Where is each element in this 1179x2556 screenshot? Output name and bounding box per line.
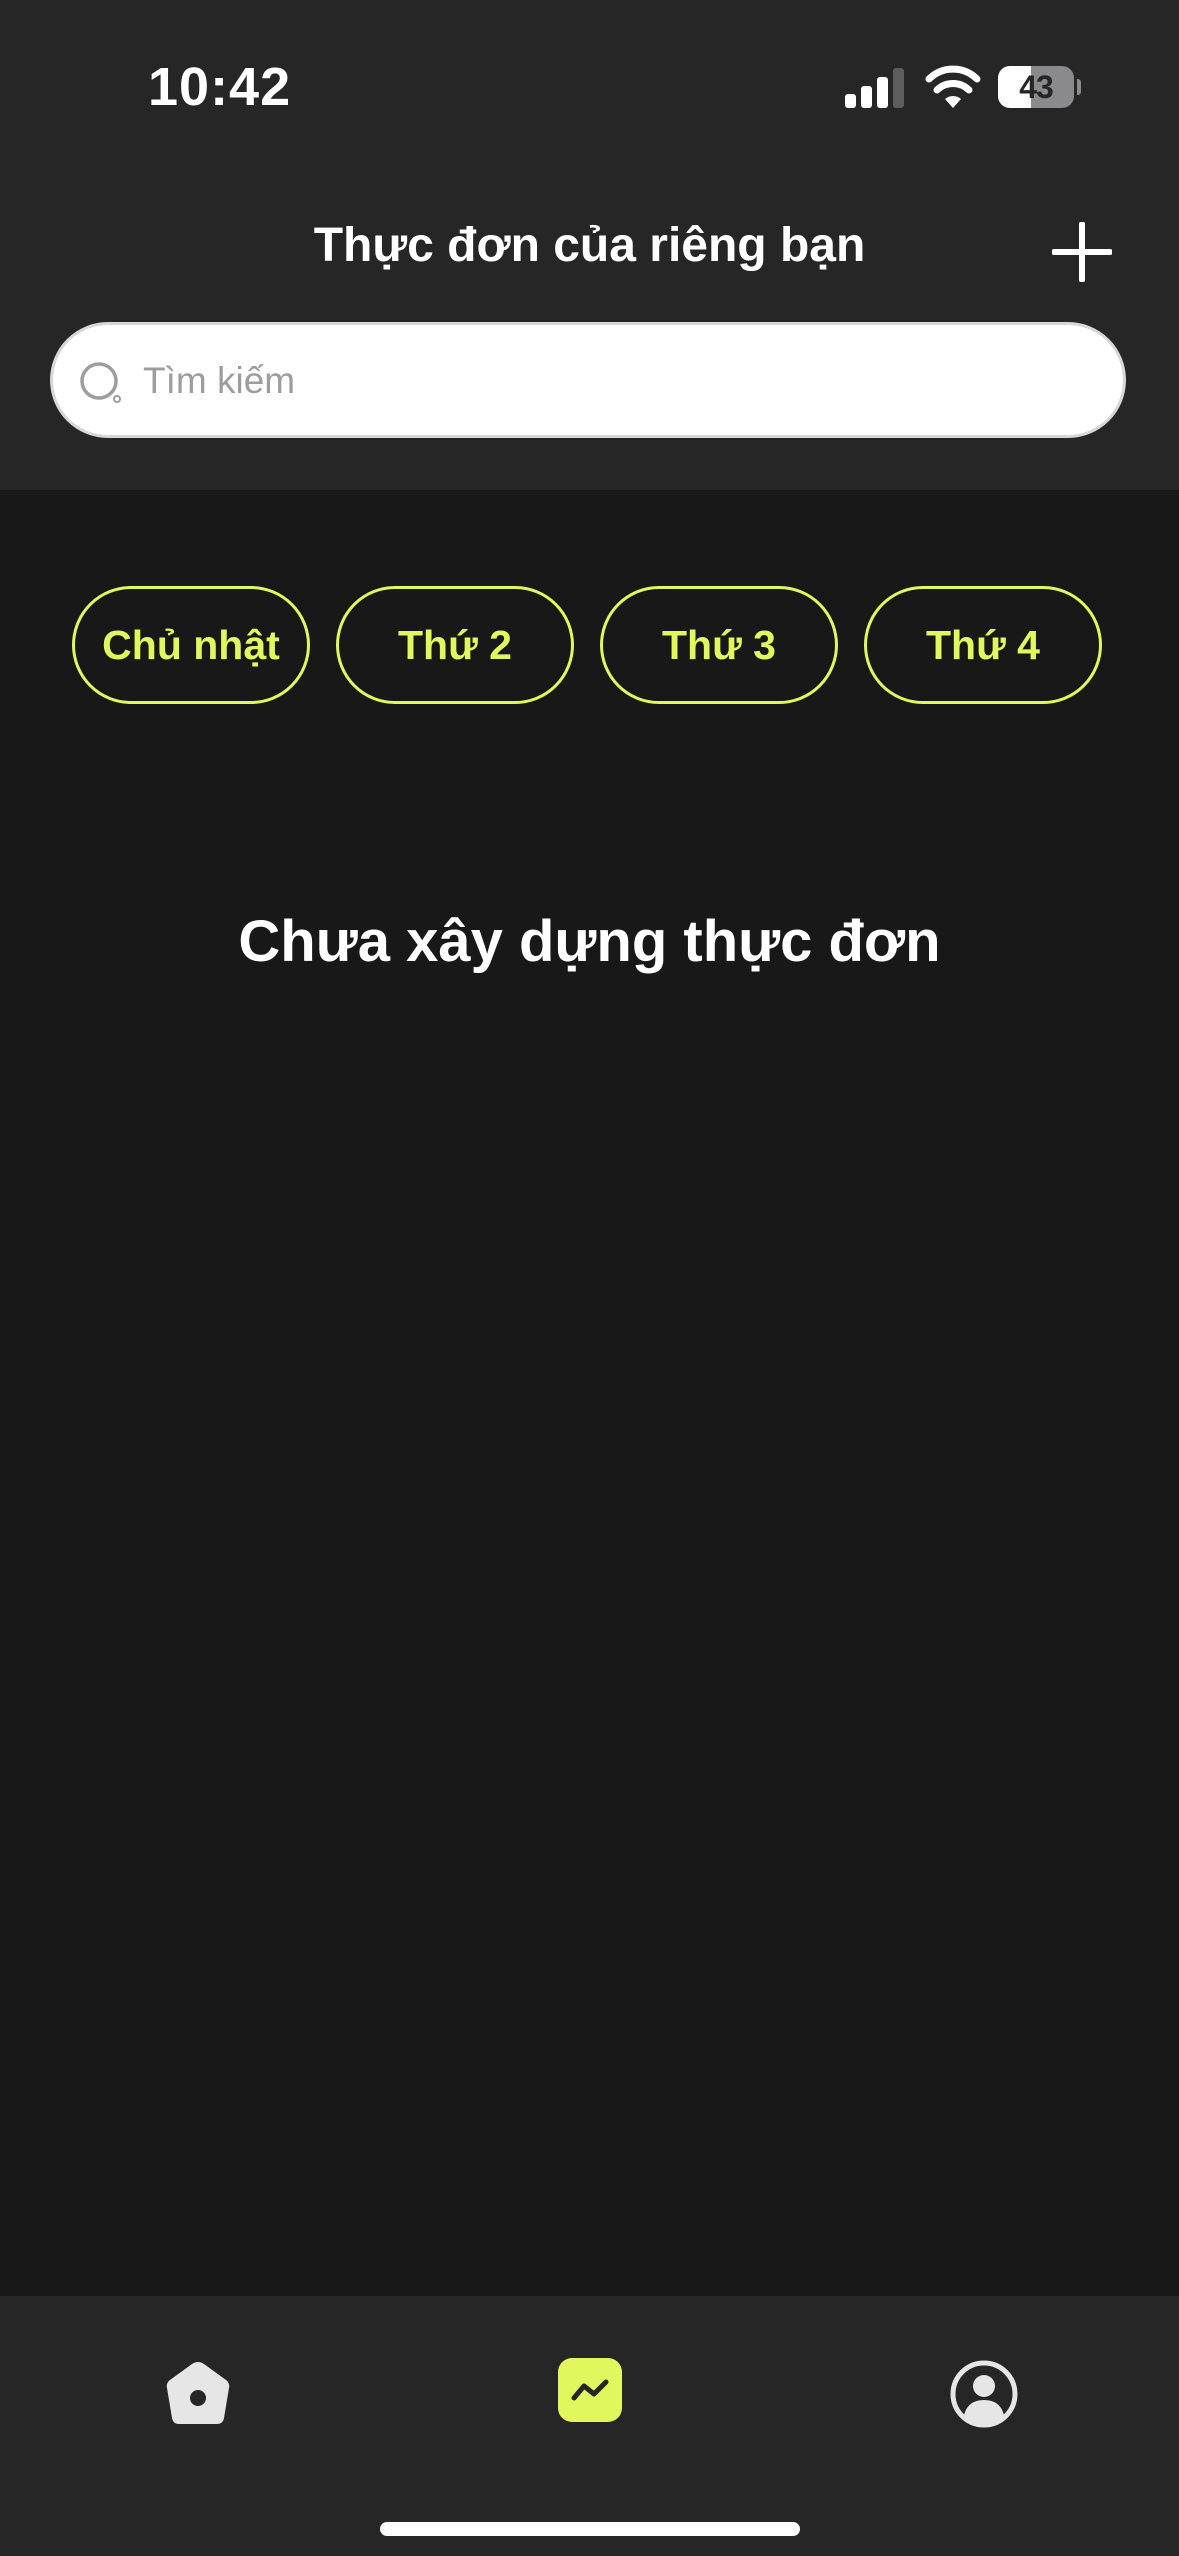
search-bar[interactable] — [50, 322, 1126, 438]
chip-sunday[interactable]: Chủ nhật — [72, 586, 310, 704]
day-filter-chips: Chủ nhật Thứ 2 Thứ 3 Thứ 4 — [0, 586, 1179, 706]
battery-cap — [1077, 79, 1081, 95]
wifi-icon — [925, 65, 981, 108]
search-input[interactable] — [141, 325, 1105, 437]
home-icon[interactable] — [162, 2358, 234, 2430]
bottom-tab-bar — [0, 2296, 1179, 2556]
status-time: 10:42 — [148, 57, 292, 117]
chart-tab-button[interactable] — [558, 2358, 622, 2422]
battery-icon: 43 — [998, 66, 1081, 108]
profile-icon[interactable] — [948, 2358, 1020, 2430]
status-bar: 10:42 43 — [0, 0, 1179, 170]
page-title: Thực đơn của riêng bạn — [313, 219, 866, 272]
home-indicator — [380, 2522, 800, 2536]
battery-body: 43 — [998, 66, 1074, 108]
chart-icon — [571, 2379, 609, 2401]
search-icon — [80, 362, 121, 403]
battery-percent: 43 — [1019, 69, 1054, 105]
chip-tuesday[interactable]: Thứ 3 — [600, 586, 838, 704]
app-screen: 10:42 43 Thực đơn của riêng bạn Tìm kiếm… — [0, 0, 1179, 2556]
plus-icon[interactable] — [1052, 222, 1112, 282]
chip-wednesday[interactable]: Thứ 4 — [864, 586, 1102, 704]
top-header-area: 10:42 43 Thực đơn của riêng bạn — [0, 0, 1179, 490]
cellular-signal-icon — [845, 68, 904, 108]
empty-state-message: Chưa xây dựng thực đơn — [238, 909, 941, 974]
chip-monday[interactable]: Thứ 2 — [336, 586, 574, 704]
